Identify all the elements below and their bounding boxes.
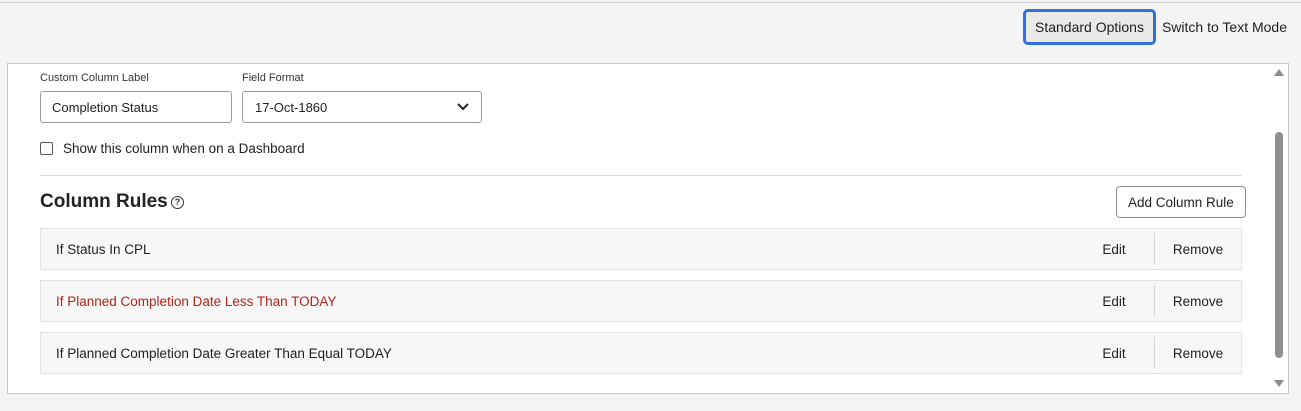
dashboard-checkbox-row[interactable]: Show this column when on a Dashboard [40,141,305,156]
scroll-down-arrow-icon[interactable] [1274,380,1284,387]
vertical-scrollbar[interactable] [1270,64,1288,393]
rule-edit-button[interactable]: Edit [1074,294,1154,309]
rule-edit-button[interactable]: Edit [1074,242,1154,257]
field-format-value: 17-Oct-1860 [255,99,328,115]
rule-remove-button[interactable]: Remove [1155,346,1241,361]
scrollbar-thumb[interactable] [1275,132,1283,358]
rule-condition-text: If Status In CPL [56,241,151,257]
mode-toolbar: Standard Options Switch to Text Mode [1023,9,1301,45]
rule-edit-button[interactable]: Edit [1074,346,1154,361]
standard-options-button[interactable]: Standard Options [1023,9,1156,45]
rule-condition-text: If Planned Completion Date Greater Than … [56,345,392,361]
column-rules-title: Column Rules [40,191,168,212]
field-format-caption: Field Format [242,72,304,84]
help-icon[interactable]: ? [171,196,184,209]
rule-remove-button[interactable]: Remove [1155,242,1241,257]
chevron-down-icon [457,103,469,111]
rule-row: If Status In CPL Edit Remove [40,228,1242,270]
field-format-select[interactable]: 17-Oct-1860 [242,91,482,123]
rule-condition-text: If Planned Completion Date Less Than TOD… [56,293,337,309]
section-divider [40,175,1242,176]
switch-to-text-mode-button[interactable]: Switch to Text Mode [1162,19,1287,35]
add-column-rule-button[interactable]: Add Column Rule [1116,186,1246,218]
rule-row: If Planned Completion Date Less Than TOD… [40,280,1242,322]
scroll-up-arrow-icon[interactable] [1274,69,1284,76]
rule-remove-button[interactable]: Remove [1155,294,1241,309]
top-divider [0,2,1301,3]
custom-column-label-input[interactable]: Completion Status [40,91,232,123]
custom-column-label-caption: Custom Column Label [40,72,149,84]
column-properties-panel: Custom Column Label Completion Status Fi… [7,63,1289,394]
dashboard-checkbox-label: Show this column when on a Dashboard [63,141,305,156]
dashboard-checkbox[interactable] [40,142,53,155]
rule-row: If Planned Completion Date Greater Than … [40,332,1242,374]
